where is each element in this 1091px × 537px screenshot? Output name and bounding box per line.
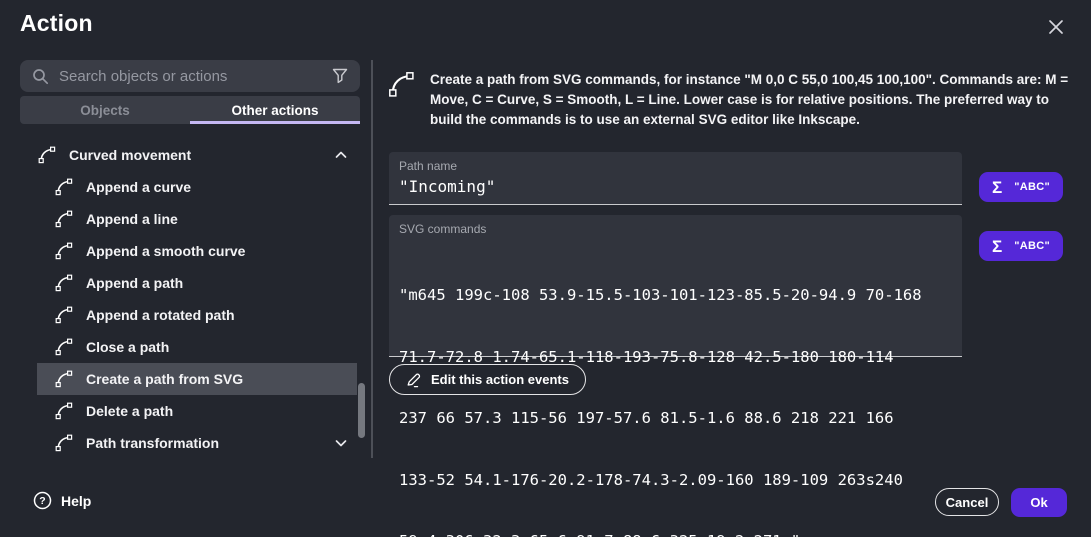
list-item-curved-movement[interactable]: Curved movement — [20, 139, 357, 171]
list-item-label: Path transformation — [86, 435, 219, 451]
panel-divider — [371, 60, 373, 458]
field-label: SVG commands — [399, 222, 486, 236]
curve-icon — [55, 306, 73, 324]
svg-commands-field: SVG commands "m645 199c-108 53.9-15.5-10… — [389, 215, 962, 357]
curve-icon — [388, 71, 415, 98]
list-item-append-a-rotated-path[interactable]: Append a rotated path — [20, 299, 357, 331]
help-button[interactable]: ? Help — [33, 491, 91, 510]
curve-icon — [55, 274, 73, 292]
list-item-label: Append a smooth curve — [86, 243, 245, 259]
path-name-expression-button[interactable]: Σ "ABC" — [979, 172, 1063, 202]
action-description: Create a path from SVG commands, for ins… — [430, 70, 1080, 130]
search-icon — [32, 68, 49, 85]
cancel-button[interactable]: Cancel — [935, 488, 999, 516]
list-item-label: Append a line — [86, 211, 178, 227]
sigma-icon: Σ — [992, 238, 1002, 255]
curve-icon — [55, 338, 73, 356]
list-item-label: Append a rotated path — [86, 307, 235, 323]
list-item-label: Curved movement — [69, 147, 191, 163]
search-input[interactable] — [59, 68, 322, 85]
expression-button-label: "ABC" — [1014, 181, 1050, 193]
tab-bar: Objects Other actions — [20, 96, 360, 124]
ok-button[interactable]: Ok — [1011, 488, 1067, 517]
curve-icon — [55, 434, 73, 452]
list-item-append-a-line[interactable]: Append a line — [20, 203, 357, 235]
list-item-append-a-path[interactable]: Append a path — [20, 267, 357, 299]
scrollbar-thumb[interactable] — [358, 383, 365, 438]
action-dialog: Action Objects Other actions Curved move… — [0, 0, 1091, 537]
curve-icon — [55, 178, 73, 196]
tab-other-actions[interactable]: Other actions — [190, 96, 360, 124]
svg-commands-expression-button[interactable]: Σ "ABC" — [979, 231, 1063, 261]
path-name-input[interactable] — [399, 177, 949, 196]
path-name-field: Path name — [389, 152, 962, 205]
list-item-label: Append a path — [86, 275, 183, 291]
curve-icon — [55, 210, 73, 228]
svg-commands-line: "m645 199c-108 53.9-15.5-103-101-123-85.… — [399, 285, 922, 306]
svg-commands-line: 237 66 57.3 115-56 197-57.6 81.5-1.6 88.… — [399, 408, 922, 429]
help-icon: ? — [33, 491, 52, 510]
svg-text:?: ? — [39, 495, 45, 507]
search-bar — [20, 60, 360, 92]
list-item-create-a-path-from-svg[interactable]: Create a path from SVG — [37, 363, 357, 395]
pencil-icon — [406, 372, 422, 388]
curve-icon — [55, 370, 73, 388]
curve-icon — [55, 402, 73, 420]
edit-action-events-button[interactable]: Edit this action events — [389, 364, 586, 395]
list-item-label: Delete a path — [86, 403, 173, 419]
chevron-up-icon[interactable] — [335, 151, 347, 159]
edit-action-events-label: Edit this action events — [431, 372, 569, 387]
filter-icon[interactable] — [332, 68, 348, 84]
page-title: Action — [20, 10, 93, 37]
list-item-append-a-smooth-curve[interactable]: Append a smooth curve — [20, 235, 357, 267]
list-item-label: Close a path — [86, 339, 169, 355]
curve-icon — [55, 242, 73, 260]
list-item-close-a-path[interactable]: Close a path — [20, 331, 357, 363]
expression-button-label: "ABC" — [1014, 240, 1050, 252]
svg-commands-line: 59.4 306-32.3c65.6-91.7 88.6-325-19.2-27… — [399, 531, 922, 537]
list-item-label: Append a curve — [86, 179, 191, 195]
close-icon[interactable] — [1043, 14, 1069, 40]
svg-commands-line: 133-52 54.1-176-20.2-178-74.3-2.09-160 1… — [399, 470, 922, 491]
list-item-label: Create a path from SVG — [86, 371, 243, 387]
list-item-path-transformation[interactable]: Path transformation — [20, 427, 357, 459]
list-item-append-a-curve[interactable]: Append a curve — [20, 171, 357, 203]
field-label: Path name — [399, 159, 457, 173]
sigma-icon: Σ — [992, 179, 1002, 196]
chevron-down-icon[interactable] — [335, 439, 347, 447]
help-label: Help — [61, 493, 91, 509]
list-item-delete-a-path[interactable]: Delete a path — [20, 395, 357, 427]
tab-objects[interactable]: Objects — [20, 96, 190, 124]
curve-icon — [38, 146, 56, 164]
